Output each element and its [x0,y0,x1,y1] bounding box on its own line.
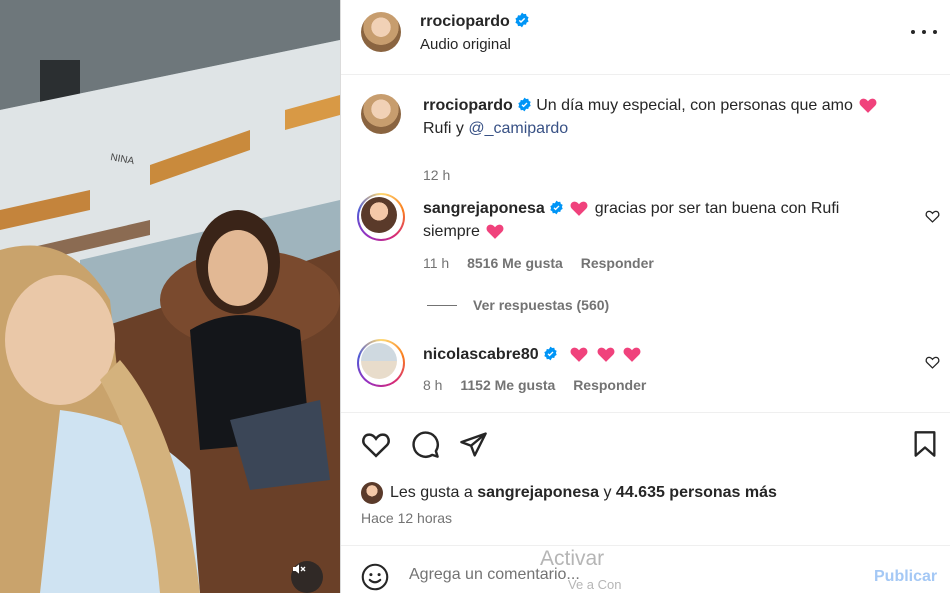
post-time: Hace 12 horas [361,510,453,526]
comments-section: rrociopardo Un día muy especial, con per… [341,76,950,413]
comment-text: nicolascabre80 [423,343,903,366]
pink-heart-emoji-icon [859,98,877,113]
comment-text: sangrejaponesa gracias por ser tan buena… [423,197,903,243]
add-comment-bar: Agrega un comentario... Publicar [341,545,950,593]
verified-badge-icon [518,97,531,112]
comment-time[interactable]: 11 h [423,255,449,271]
author-username-row: rrociopardo [420,12,530,31]
comment-like-count[interactable]: 8516 Me gusta [467,255,563,271]
pink-heart-emoji-icon [570,201,588,216]
reply-button[interactable]: Responder [573,377,646,393]
mute-button[interactable] [291,561,323,593]
liker-username[interactable]: sangrejaponesa [477,484,599,502]
caption-username[interactable]: rrociopardo [423,97,513,114]
post-details-panel: rrociopardo Audio original rrociopardo U… [341,0,950,593]
likes-joiner: y [603,484,612,501]
publish-button[interactable]: Publicar [874,568,937,586]
more-options-icon[interactable] [911,22,937,42]
likes-prefix: Les gusta a [390,484,473,501]
likes-summary: Les gusta a sangrejaponesa y 44.635 pers… [361,482,777,504]
caption-text: rrociopardo Un día muy especial, con per… [423,94,903,140]
post-header: rrociopardo Audio original [341,0,950,75]
comment-time[interactable]: 8 h [423,377,442,393]
liker-avatar[interactable] [361,482,383,504]
view-replies-label: Ver respuestas (560) [473,297,610,313]
caption-meta: 12 h [423,167,464,183]
action-bar [341,414,950,474]
comment-body: gracias por ser tan buena con Rufi [594,200,840,217]
pink-heart-emoji-icon [623,347,641,362]
comment-bubble-icon[interactable] [411,430,440,459]
view-replies-button[interactable]: Ver respuestas (560) [427,297,609,313]
verified-badge-icon [515,12,529,28]
post-video[interactable]: NINA [0,0,340,593]
like-comment-heart-icon[interactable] [925,209,940,223]
caption-avatar[interactable] [361,94,401,134]
save-bookmark-icon[interactable] [913,430,937,458]
author-username[interactable]: rrociopardo [420,13,510,30]
commenter-username[interactable]: sangrejaponesa [423,200,545,217]
comment-like-count[interactable]: 1152 Me gusta [460,377,555,393]
comment-input[interactable]: Agrega un comentario... [409,566,849,584]
like-comment-heart-icon[interactable] [925,355,940,369]
commenter-username[interactable]: nicolascabre80 [423,346,539,363]
activation-watermark-sub: Ve a Con [568,577,622,592]
author-avatar[interactable] [361,12,401,52]
replies-line [427,305,457,306]
story-ring[interactable] [357,193,405,241]
pink-heart-emoji-icon [597,347,614,362]
caption-body: Un día muy especial, con personas que am… [536,97,853,114]
like-heart-icon[interactable] [361,430,391,458]
muted-speaker-icon [293,564,306,574]
story-ring[interactable] [357,339,405,387]
verified-badge-icon [543,346,557,361]
activation-watermark: Activar [540,547,605,570]
verified-badge-icon [550,200,563,215]
comment-meta: 11 h 8516 Me gusta Responder [423,255,668,271]
likes-others-link[interactable]: 44.635 personas más [616,484,777,502]
share-paper-plane-icon[interactable] [459,430,488,459]
caption-time[interactable]: 12 h [423,167,450,183]
video-frame: NINA [0,0,340,593]
audio-label[interactable]: Audio original [420,36,511,53]
emoji-smiley-icon[interactable] [361,563,389,591]
caption-body-cont: Rufi y [423,120,464,137]
pink-heart-emoji-icon [570,347,588,362]
woman-face [5,275,115,405]
girl-face [208,230,268,306]
commenter-avatar[interactable] [361,343,397,379]
reply-button[interactable]: Responder [581,255,654,271]
pink-heart-emoji-icon [486,224,504,239]
commenter-avatar[interactable] [361,197,397,233]
comment-meta: 8 h 1152 Me gusta Responder [423,377,660,393]
caption-mention-link[interactable]: @_camipardo [468,120,568,137]
comment-body-cont: siempre [423,223,480,240]
